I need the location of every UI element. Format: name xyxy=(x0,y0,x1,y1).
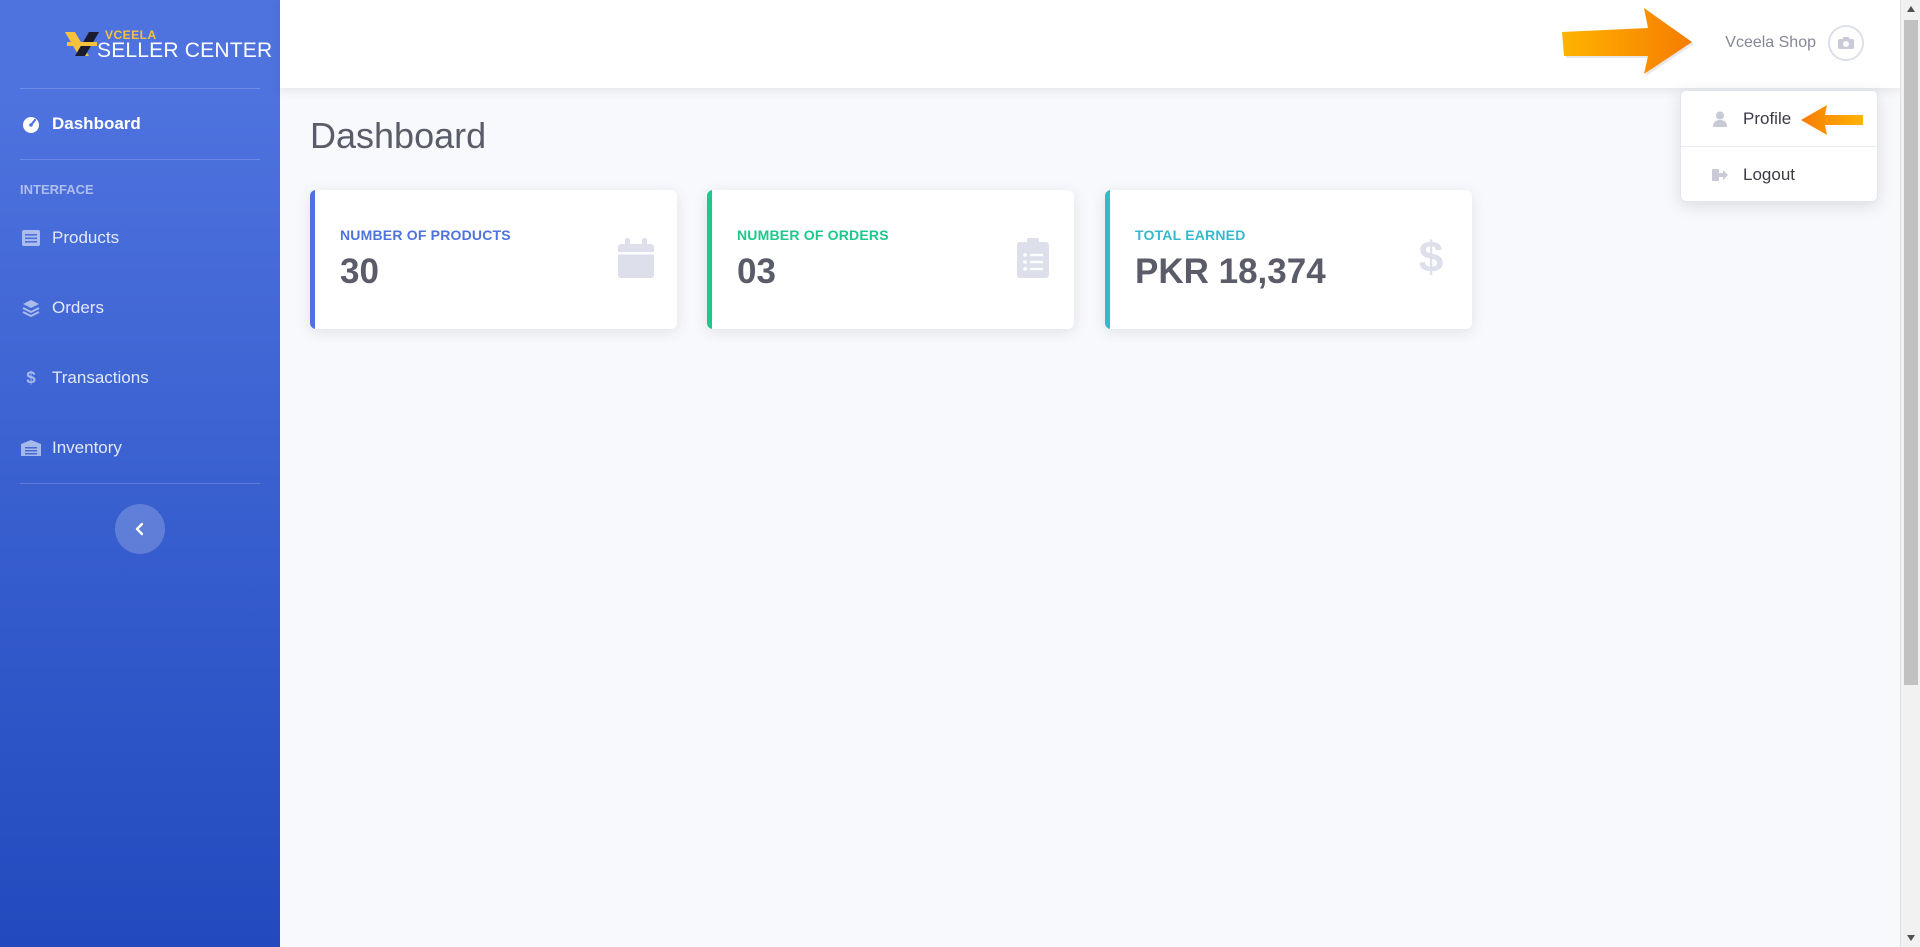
annotation-arrow-left xyxy=(1801,105,1863,135)
card-accent-bar xyxy=(310,190,315,329)
list-icon xyxy=(20,227,42,249)
layers-icon xyxy=(20,297,42,319)
stat-card-orders: NUMBER OF ORDERS 03 xyxy=(707,190,1074,329)
chevron-left-icon xyxy=(135,522,144,536)
card-value: PKR 18,374 xyxy=(1135,252,1326,291)
dropdown-item-logout[interactable]: Logout xyxy=(1681,147,1877,202)
user-menu-toggle[interactable]: Vceela Shop xyxy=(1725,25,1864,61)
annotation-arrow-right xyxy=(1562,8,1694,76)
logo-icon xyxy=(65,32,99,56)
sidebar: VCEELA SELLER CENTER Dashboard INTERFACE… xyxy=(0,0,280,947)
sidebar-item-label: Dashboard xyxy=(52,114,141,133)
card-label: NUMBER OF ORDERS xyxy=(737,227,889,243)
card-accent-bar xyxy=(707,190,712,329)
user-icon xyxy=(1711,111,1729,127)
card-accent-bar xyxy=(1105,190,1110,329)
sidebar-item-transactions[interactable]: $ Transactions xyxy=(0,343,280,413)
page-title: Dashboard xyxy=(310,115,487,156)
scroll-down-icon[interactable] xyxy=(1901,929,1920,947)
camera-icon xyxy=(1828,25,1864,61)
vertical-scrollbar[interactable] xyxy=(1900,0,1920,947)
card-label: NUMBER OF PRODUCTS xyxy=(340,227,511,243)
user-name: Vceela Shop xyxy=(1725,34,1816,51)
sidebar-item-label: Inventory xyxy=(52,438,122,457)
card-label: TOTAL EARNED xyxy=(1135,227,1246,243)
brand-name-bottom: SELLER CENTER xyxy=(97,39,273,62)
dropdown-item-label: Logout xyxy=(1743,164,1795,184)
clipboard-list-icon xyxy=(1014,236,1052,280)
sidebar-item-label: Transactions xyxy=(52,368,149,387)
sidebar-toggle-button[interactable] xyxy=(115,504,165,554)
user-dropdown-menu: Profile Logout xyxy=(1680,90,1878,202)
sidebar-item-products[interactable]: Products xyxy=(0,203,280,273)
scroll-up-icon[interactable] xyxy=(1901,0,1920,18)
sidebar-heading: INTERFACE xyxy=(20,182,94,197)
sidebar-item-label: Orders xyxy=(52,298,104,317)
dollar-sign-icon: $ xyxy=(1418,233,1444,282)
scrollbar-thumb[interactable] xyxy=(1904,20,1918,685)
sidebar-item-dashboard[interactable]: Dashboard xyxy=(0,89,280,159)
sidebar-item-orders[interactable]: Orders xyxy=(0,273,280,343)
sign-out-icon xyxy=(1711,168,1729,182)
warehouse-icon xyxy=(20,437,42,459)
brand-logo[interactable]: VCEELA SELLER CENTER xyxy=(0,0,280,88)
sidebar-item-inventory[interactable]: Inventory xyxy=(0,413,280,483)
dropdown-item-label: Profile xyxy=(1743,108,1792,128)
dropdown-item-profile[interactable]: Profile xyxy=(1681,91,1877,146)
sidebar-item-label: Products xyxy=(52,228,120,247)
dollar-icon: $ xyxy=(26,368,36,387)
calendar-icon xyxy=(617,236,655,280)
card-value: 03 xyxy=(737,252,776,291)
card-value: 30 xyxy=(340,252,379,291)
tachometer-icon xyxy=(20,113,42,135)
stat-card-products: NUMBER OF PRODUCTS 30 xyxy=(310,190,677,329)
stat-card-earned: TOTAL EARNED PKR 18,374 $ xyxy=(1105,190,1472,329)
